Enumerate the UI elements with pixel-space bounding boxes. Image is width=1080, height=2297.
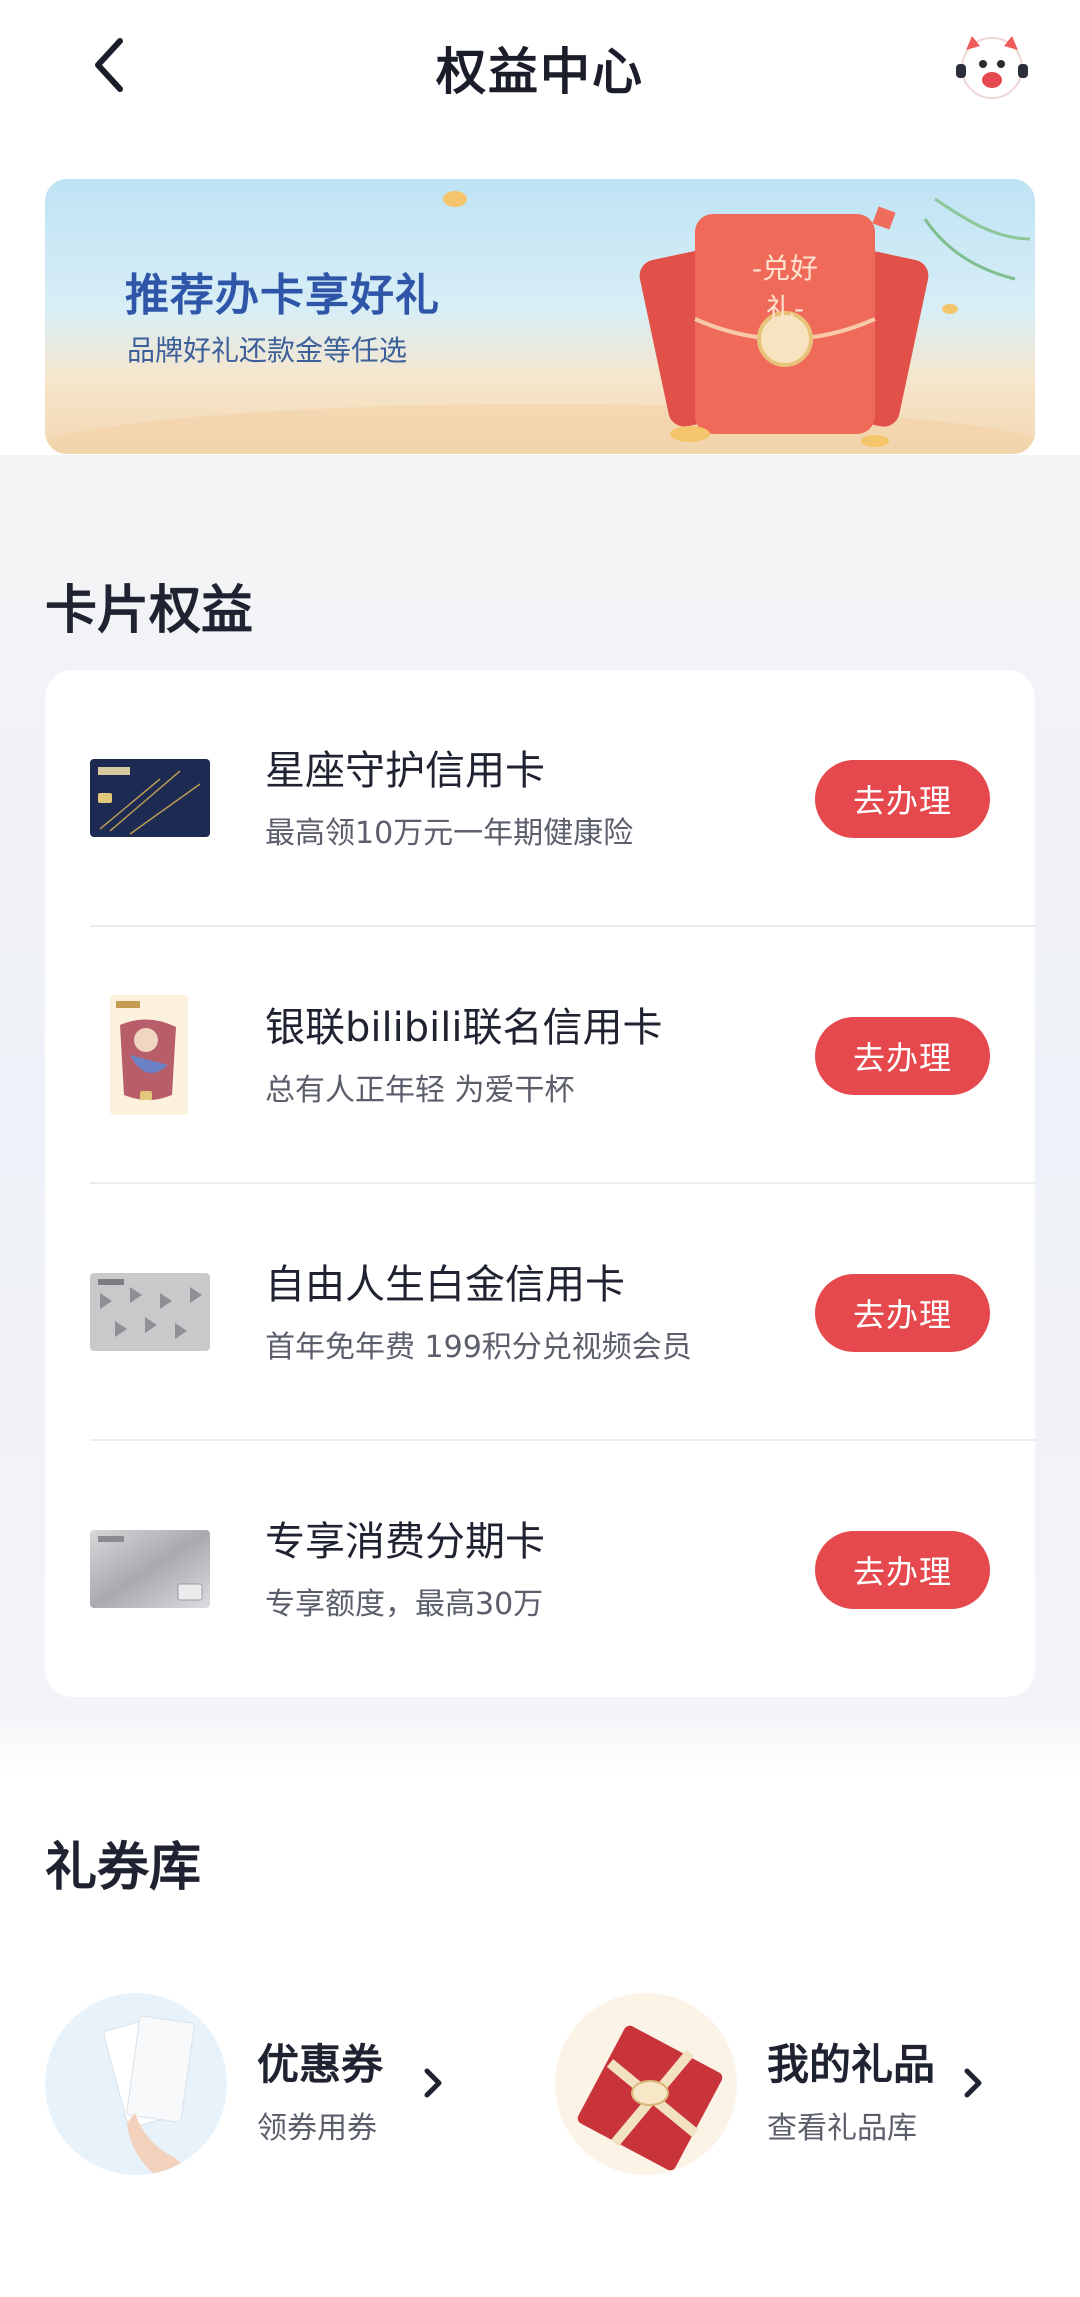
banner-subtitle: 品牌好礼还款金等任选 (127, 334, 408, 367)
card-description: 首年免年费 199积分兑视频会员 (265, 1330, 692, 1365)
gift-image (555, 1993, 737, 2175)
card-image-platinum (90, 1273, 210, 1351)
banner-section: 推荐办卡享好礼 品牌好礼还款金等任选 -兑好礼- (0, 135, 1080, 455)
top-bar: 权益中心 (0, 0, 1080, 135)
card-image-bilibili (110, 995, 188, 1115)
card-name: 自由人生白金信用卡 (265, 1262, 625, 1308)
page-title: 权益中心 (436, 43, 644, 101)
card-name: 银联bilibili联名信用卡 (265, 1005, 663, 1051)
apply-button[interactable]: 去办理 (815, 760, 990, 838)
coupon-title: 优惠券 (257, 2040, 384, 2089)
coupon-entry[interactable]: 优惠券 领券用券 (45, 1993, 545, 2183)
card-section-title: 卡片权益 (45, 581, 254, 641)
card-item[interactable]: 星座守护信用卡 最高领10万元一年期健康险 去办理 (45, 670, 1035, 927)
apply-button[interactable]: 去办理 (815, 1531, 990, 1609)
card-image-constellation (90, 759, 210, 837)
card-name: 专享消费分期卡 (265, 1519, 545, 1565)
card-description: 最高领10万元一年期健康险 (265, 816, 634, 851)
coupon-section-title: 礼券库 (45, 1838, 202, 1898)
apply-button[interactable]: 去办理 (815, 1274, 990, 1352)
packet-label: -兑好礼- (751, 252, 819, 325)
red-packet-icon (639, 214, 929, 447)
promo-banner[interactable]: 推荐办卡享好礼 品牌好礼还款金等任选 -兑好礼- (45, 179, 1035, 454)
chevron-right-icon (964, 2068, 982, 2098)
banner-title: 推荐办卡享好礼 (125, 270, 440, 321)
gift-title: 我的礼品 (767, 2040, 936, 2089)
card-item[interactable]: 自由人生白金信用卡 首年免年费 199积分兑视频会员 去办理 (45, 1184, 1035, 1441)
gift-box-icon (577, 2025, 723, 2171)
gift-subtitle: 查看礼品库 (767, 2111, 917, 2146)
gift-entry[interactable]: 我的礼品 查看礼品库 (555, 1993, 1055, 2183)
card-description: 专享额度，最高30万 (265, 1587, 544, 1622)
card-description: 总有人正年轻 为爱干杯 (265, 1073, 575, 1108)
chevron-right-icon (424, 2068, 442, 2098)
hand-ticket-icon (103, 2015, 195, 2175)
apply-button[interactable]: 去办理 (815, 1017, 990, 1095)
card-item[interactable]: 银联bilibili联名信用卡 总有人正年轻 为爱干杯 去办理 (45, 927, 1035, 1184)
coupon-subtitle: 领券用券 (257, 2111, 377, 2146)
mascot-icon[interactable] (952, 28, 1032, 104)
card-name: 星座守护信用卡 (265, 748, 545, 794)
card-list: 星座守护信用卡 最高领10万元一年期健康险 去办理 银联bilibili联名信用… (45, 670, 1035, 1697)
coupon-image (45, 1993, 227, 2175)
card-item[interactable]: 专享消费分期卡 专享额度，最高30万 去办理 (45, 1441, 1035, 1698)
card-image-smart (90, 1530, 210, 1608)
